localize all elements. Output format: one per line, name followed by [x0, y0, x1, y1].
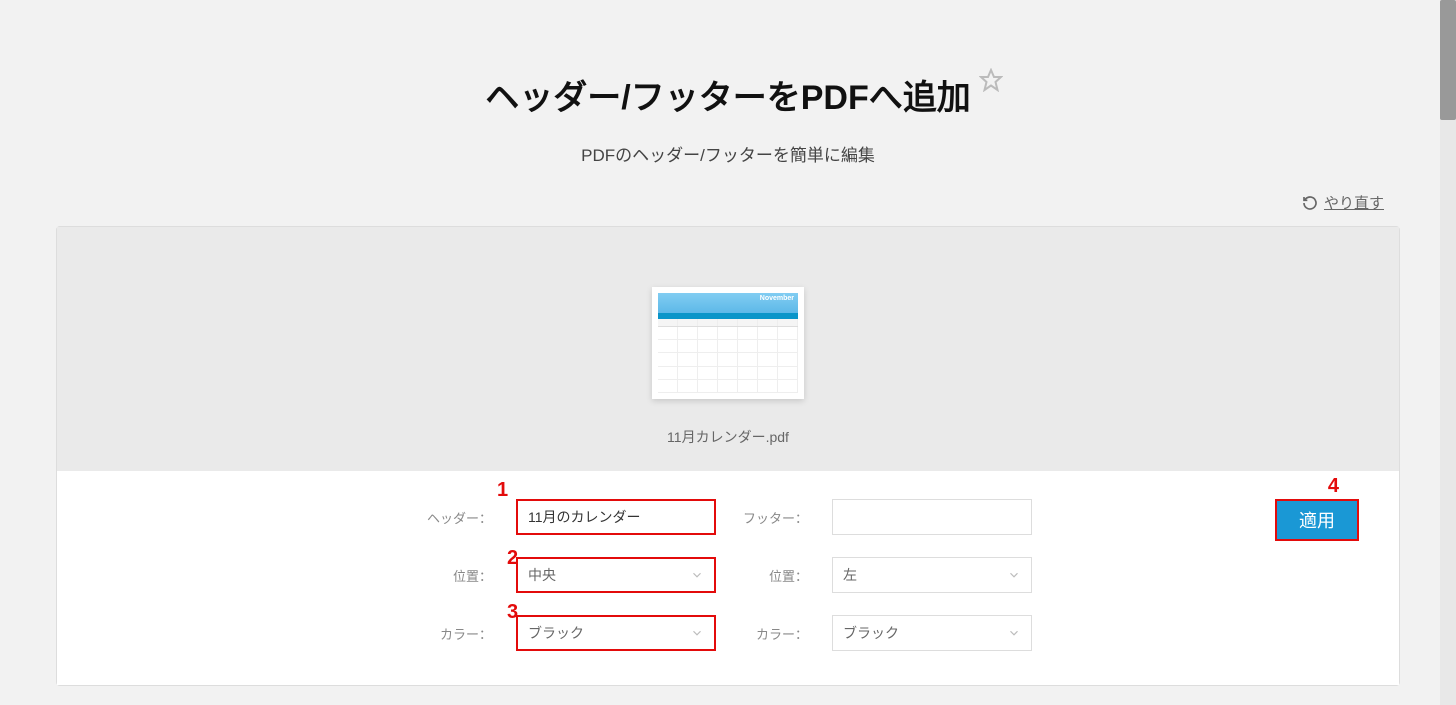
apply-button-label: 適用 — [1299, 507, 1335, 533]
apply-button[interactable]: 適用 — [1275, 499, 1359, 541]
page-header: ヘッダー/フッターをPDFへ追加 PDFのヘッダー/フッターを簡単に編集 — [0, 0, 1456, 166]
footer-color-value: ブラック — [843, 623, 1007, 643]
thumb-calendar-grid — [658, 327, 798, 393]
controls-grid: ヘッダー： フッター： 位置： 中央 位置： 左 カラー： ブラック — [97, 499, 1359, 651]
preview-area: 11月カレンダー.pdf — [57, 227, 1399, 471]
page-subtitle: PDFのヘッダー/フッターを簡単に編集 — [0, 141, 1456, 166]
main-panel: 11月カレンダー.pdf 1 2 3 4 ヘッダー： フッター： 位置： 中央 … — [56, 226, 1400, 686]
chevron-down-icon — [690, 568, 704, 582]
scrollbar-thumb[interactable] — [1440, 0, 1456, 120]
color-left-label: カラー： — [424, 624, 492, 643]
header-position-value: 中央 — [528, 565, 690, 585]
chevron-down-icon — [690, 626, 704, 640]
header-color-value: ブラック — [528, 623, 690, 643]
chevron-down-icon — [1007, 626, 1021, 640]
footer-position-value: 左 — [843, 565, 1007, 585]
redo-link[interactable]: やり直す — [1302, 192, 1384, 213]
redo-label: やり直す — [1324, 192, 1384, 213]
header-label: ヘッダー： — [424, 508, 492, 527]
position-right-label: 位置： — [740, 566, 808, 585]
header-color-select[interactable]: ブラック — [516, 615, 716, 651]
header-input[interactable] — [516, 499, 716, 535]
filename-label: 11月カレンダー.pdf — [57, 427, 1399, 447]
page-title: ヘッダー/フッターをPDFへ追加 — [485, 70, 970, 119]
color-right-label: カラー： — [740, 624, 808, 643]
position-left-label: 位置： — [424, 566, 492, 585]
pdf-thumbnail[interactable] — [652, 287, 804, 399]
redo-icon — [1302, 195, 1318, 211]
chevron-down-icon — [1007, 568, 1021, 582]
thumb-days-row — [658, 319, 798, 327]
favorite-star-icon[interactable] — [979, 62, 1003, 86]
controls-area: 1 2 3 4 ヘッダー： フッター： 位置： 中央 位置： 左 — [57, 471, 1399, 685]
thumb-header — [658, 293, 798, 313]
footer-color-select[interactable]: ブラック — [832, 615, 1032, 651]
footer-position-select[interactable]: 左 — [832, 557, 1032, 593]
title-text: ヘッダー/フッターをPDFへ追加 — [485, 79, 970, 117]
footer-input[interactable] — [832, 499, 1032, 535]
annotation-4: 4 — [1328, 475, 1339, 498]
footer-label: フッター： — [740, 508, 808, 527]
annotation-1: 1 — [497, 479, 508, 502]
header-position-select[interactable]: 中央 — [516, 557, 716, 593]
